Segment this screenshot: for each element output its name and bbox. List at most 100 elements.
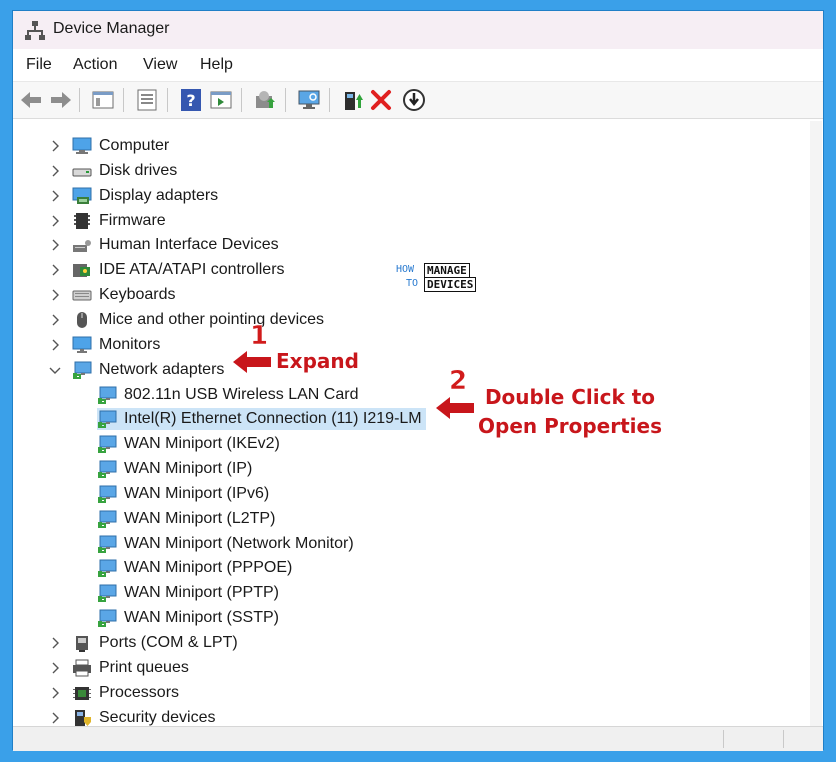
network-adapter-icon: [98, 535, 117, 553]
network-adapter-icon: [98, 410, 117, 429]
toolbar-separator: [329, 88, 330, 112]
keyboard-icon: [72, 290, 92, 301]
tree-device-item[interactable]: 802.11n USB Wireless LAN Card: [97, 384, 362, 406]
forward-icon[interactable]: [49, 88, 73, 112]
tree-device-item[interactable]: WAN Miniport (IP): [97, 458, 256, 480]
logo-manage: MANAGE: [424, 263, 470, 278]
chevron-right-icon[interactable]: [48, 164, 62, 178]
tree-item-label: WAN Miniport (PPPOE): [124, 559, 293, 577]
back-icon[interactable]: [19, 88, 43, 112]
tree-item-label: Firmware: [99, 211, 166, 229]
chevron-right-icon[interactable]: [48, 711, 62, 725]
tree-category-item[interactable]: Processors: [48, 682, 183, 704]
toolbar-separator: [79, 88, 80, 112]
help-icon[interactable]: ?: [179, 88, 203, 112]
network-adapter-icon: [98, 386, 117, 404]
step-2-label: Double Click to Open Properties: [478, 383, 662, 441]
tree-device-item[interactable]: WAN Miniport (L2TP): [97, 508, 279, 530]
chevron-right-icon[interactable]: [48, 288, 62, 302]
step-2-arrow-icon: [436, 397, 474, 419]
network-adapter-icon: [98, 435, 117, 454]
step-1-number: 1: [250, 321, 269, 352]
tree-item-label: Computer: [99, 137, 170, 154]
console-tree-icon[interactable]: [91, 88, 115, 112]
tree-category-item[interactable]: Print queues: [48, 657, 193, 679]
tree-item-label: Monitors: [99, 335, 161, 353]
device-tree: Computer Disk drives Display adapters Firmw…: [14, 121, 810, 726]
tree-device-item[interactable]: WAN Miniport (PPPOE): [97, 557, 296, 579]
tree-category-item[interactable]: Human Interface Devices: [48, 234, 283, 256]
action-pane-icon[interactable]: [209, 88, 233, 112]
tree-item-label: Security devices: [99, 708, 216, 726]
tree-category-item[interactable]: Network adapters: [48, 359, 228, 381]
menu-action[interactable]: Action: [73, 56, 117, 74]
tree-category-item[interactable]: Security devices: [48, 707, 220, 726]
tree-category-item[interactable]: Keyboards: [48, 284, 180, 306]
disk-drive-icon: [72, 168, 92, 177]
chevron-right-icon[interactable]: [48, 139, 62, 153]
computer-icon: [72, 137, 92, 154]
chevron-right-icon[interactable]: [48, 338, 62, 352]
tree-item-label: WAN Miniport (IP): [124, 460, 253, 478]
step-2-label-line2: Open Properties: [478, 414, 662, 438]
tree-item-label: IDE ATA/ATAPI controllers: [99, 261, 285, 279]
tree-device-item[interactable]: WAN Miniport (PPTP): [97, 582, 283, 604]
toolbar-separator: [123, 88, 124, 112]
status-divider: [723, 730, 725, 748]
chevron-right-icon[interactable]: [48, 686, 62, 700]
tree-item-label: Ports (COM & LPT): [99, 634, 238, 651]
tree-item-label: Intel(R) Ethernet Connection (11) I219-L…: [124, 410, 422, 428]
step-1-arrow-icon: [233, 351, 271, 373]
chevron-right-icon[interactable]: [48, 661, 62, 675]
chevron-right-icon[interactable]: [48, 214, 62, 228]
tree-device-item[interactable]: WAN Miniport (IPv6): [97, 483, 273, 505]
menu-bar: File Action View Help: [13, 49, 823, 82]
tree-category-item[interactable]: Disk drives: [48, 160, 181, 182]
tree-item-label: WAN Miniport (SSTP): [124, 609, 279, 627]
menu-file[interactable]: File: [26, 56, 52, 74]
properties-icon[interactable]: [135, 88, 159, 112]
tree-category-item[interactable]: Display adapters: [48, 185, 222, 207]
device-manager-app-icon: [25, 21, 45, 40]
tree-device-item[interactable]: WAN Miniport (Network Monitor): [97, 533, 358, 555]
tree-item-label: WAN Miniport (IPv6): [124, 484, 270, 502]
step-2-number: 2: [449, 366, 468, 397]
toolbar: ?: [13, 82, 823, 119]
security-device-icon: [75, 709, 91, 726]
tree-category-item[interactable]: IDE ATA/ATAPI controllers: [48, 259, 289, 281]
scan-hardware-icon[interactable]: [297, 88, 321, 112]
tree-category-item[interactable]: Computer: [48, 135, 173, 157]
chevron-right-icon[interactable]: [48, 636, 62, 650]
processor-icon: [73, 686, 91, 700]
chevron-down-icon[interactable]: [48, 363, 62, 377]
enable-device-icon[interactable]: [341, 88, 365, 112]
status-bar: [13, 726, 823, 751]
tree-device-item[interactable]: WAN Miniport (IKEv2): [97, 433, 284, 455]
uninstall-device-icon[interactable]: [369, 88, 393, 112]
ide-controller-icon: [73, 264, 90, 278]
network-adapter-icon: [98, 460, 117, 479]
logo-how: HOW: [396, 264, 415, 275]
chevron-right-icon[interactable]: [48, 313, 62, 327]
tree-category-item[interactable]: Mice and other pointing devices: [48, 309, 328, 331]
chevron-right-icon[interactable]: [48, 189, 62, 203]
tree-category-item[interactable]: Ports (COM & LPT): [48, 632, 242, 654]
firmware-icon: [74, 212, 90, 229]
tree-category-item[interactable]: Firmware: [48, 210, 170, 232]
tree-device-item[interactable]: WAN Miniport (SSTP): [97, 607, 283, 629]
menu-view[interactable]: View: [143, 56, 177, 74]
tree-item-label: Network adapters: [99, 360, 225, 378]
chevron-right-icon[interactable]: [48, 263, 62, 277]
tree-item-label: Mice and other pointing devices: [99, 310, 325, 328]
menu-help[interactable]: Help: [200, 56, 233, 74]
update-driver-icon[interactable]: [253, 88, 277, 112]
step-2-label-line1: Double Click to: [484, 385, 656, 409]
network-adapter-icon: [98, 559, 117, 578]
tree-category-item[interactable]: Monitors: [48, 334, 164, 356]
disable-device-icon[interactable]: [402, 88, 426, 112]
tree-item-label: Human Interface Devices: [99, 236, 279, 254]
display-adapter-icon: [72, 187, 92, 204]
vertical-scrollbar[interactable]: [810, 121, 822, 726]
chevron-right-icon[interactable]: [48, 238, 62, 252]
tree-device-item[interactable]: Intel(R) Ethernet Connection (11) I219-L…: [97, 408, 426, 431]
